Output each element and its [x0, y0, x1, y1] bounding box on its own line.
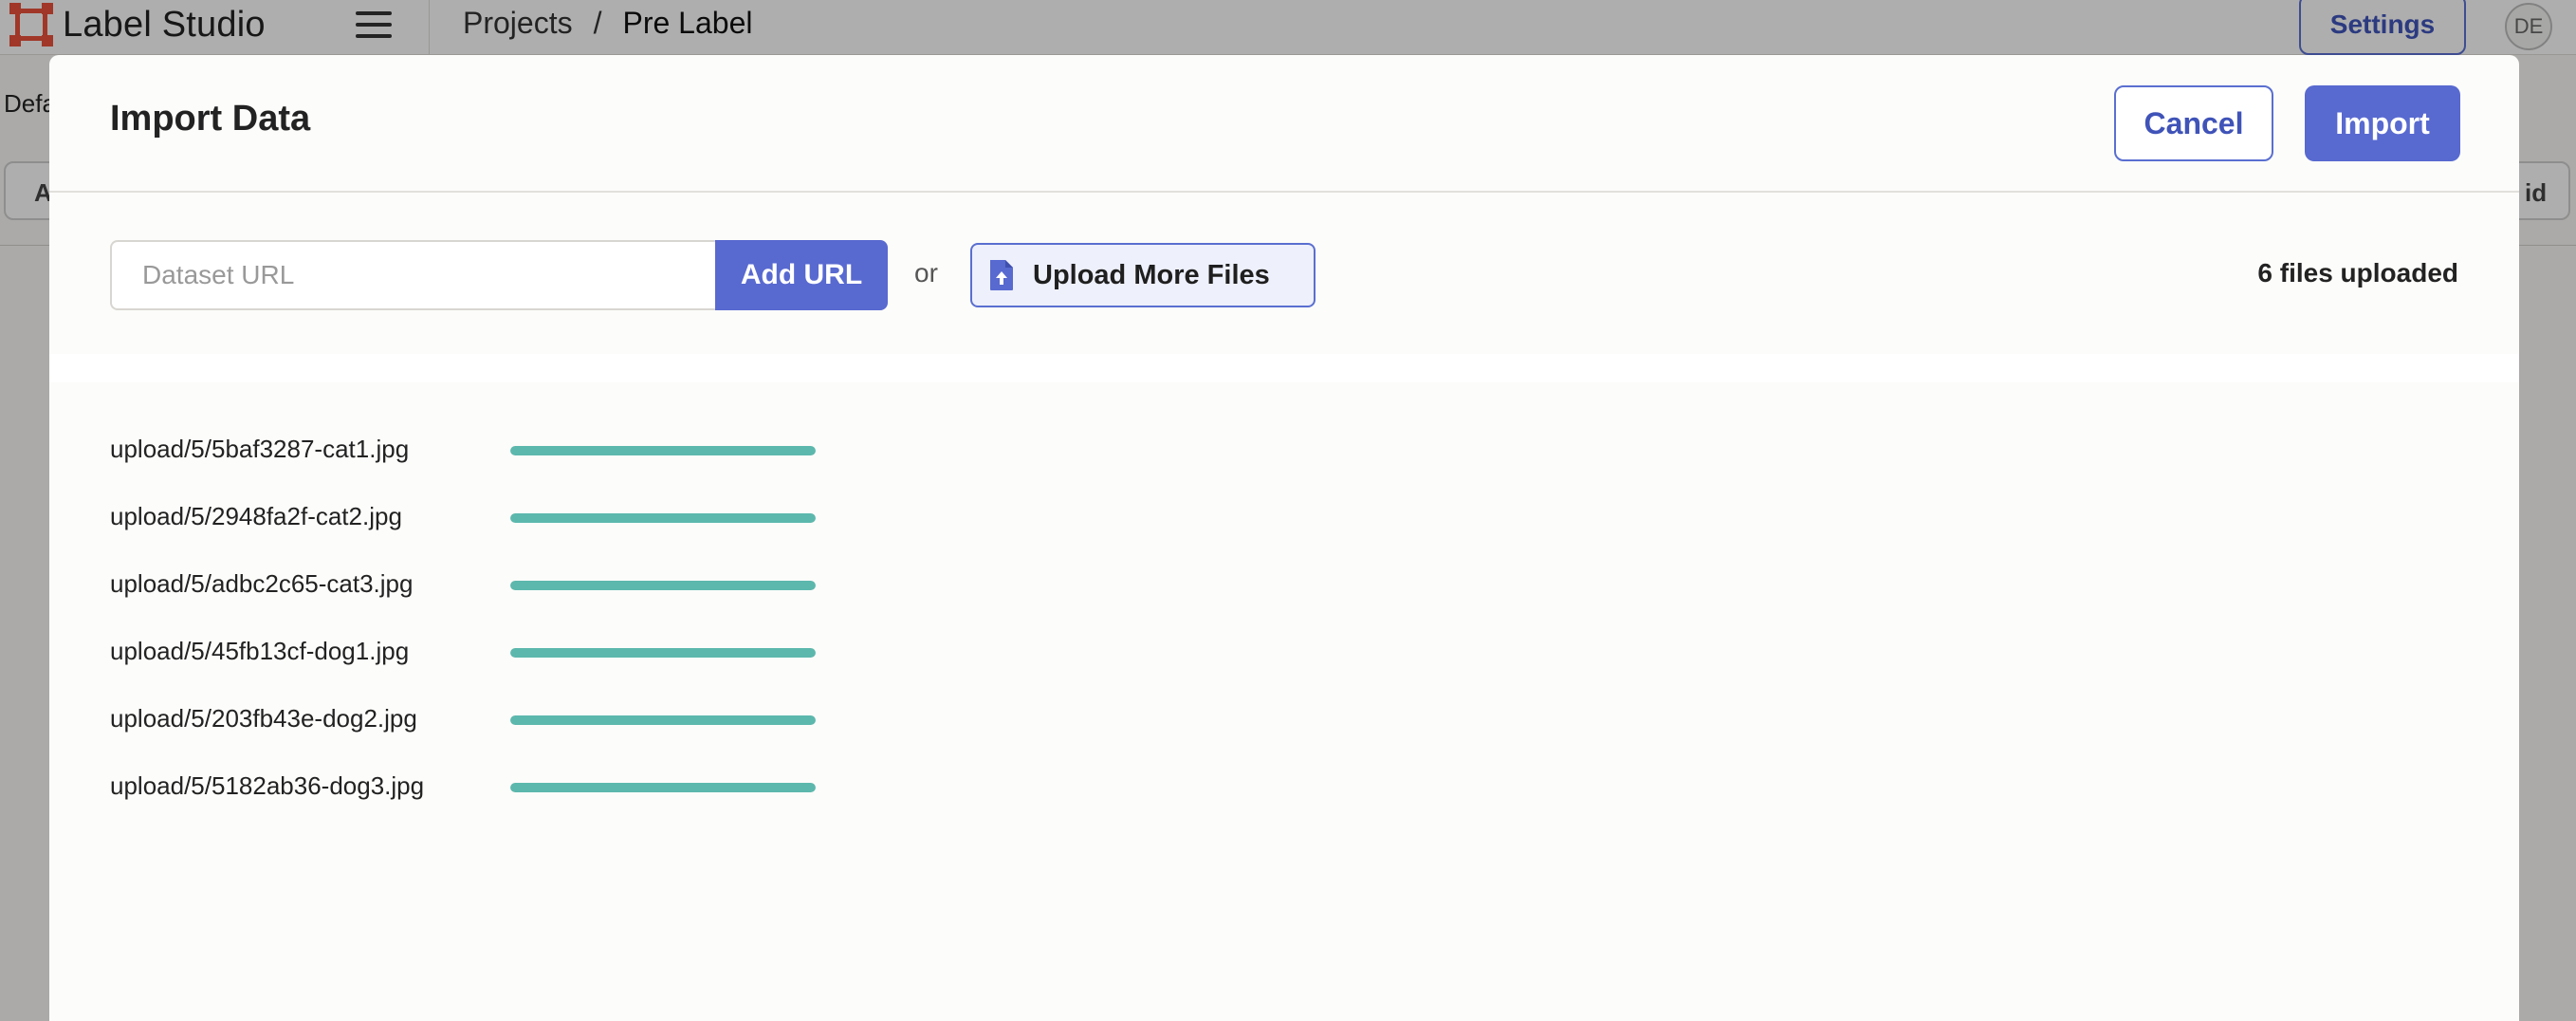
modal-header: Import Data Cancel Import: [49, 55, 2519, 193]
upload-more-files-label: Upload More Files: [1033, 259, 1270, 290]
import-data-modal: Import Data Cancel Import Add URL or Upl…: [49, 55, 2519, 1021]
list-item: upload/5/203fb43e-dog2.jpg: [110, 704, 1058, 742]
upload-progress-bar: [510, 648, 816, 658]
file-name: upload/5/5baf3287-cat1.jpg: [110, 435, 410, 463]
upload-progress-bar: [510, 783, 816, 792]
upload-more-files-button[interactable]: Upload More Files: [970, 243, 1316, 307]
upload-progress-bar: [510, 446, 816, 455]
list-item: upload/5/5182ab36-dog3.jpg: [110, 771, 1058, 809]
import-button[interactable]: Import: [2305, 85, 2460, 161]
file-upload-icon: [990, 260, 1013, 290]
dataset-url-input[interactable]: [110, 240, 717, 310]
file-name: upload/5/203fb43e-dog2.jpg: [110, 704, 417, 733]
add-url-button[interactable]: Add URL: [715, 240, 888, 310]
modal-title: Import Data: [110, 99, 311, 139]
file-name: upload/5/45fb13cf-dog1.jpg: [110, 637, 410, 665]
file-name: upload/5/5182ab36-dog3.jpg: [110, 771, 425, 800]
file-name: upload/5/adbc2c65-cat3.jpg: [110, 569, 414, 598]
list-item: upload/5/2948fa2f-cat2.jpg: [110, 502, 1058, 540]
section-divider: [49, 354, 2519, 382]
upload-progress-bar: [510, 513, 816, 523]
files-uploaded-count: 6 files uploaded: [2257, 258, 2458, 288]
list-item: upload/5/45fb13cf-dog1.jpg: [110, 637, 1058, 675]
file-name: upload/5/2948fa2f-cat2.jpg: [110, 502, 402, 530]
upload-progress-bar: [510, 715, 816, 725]
upload-progress-bar: [510, 581, 816, 590]
or-label: or: [914, 258, 938, 288]
cancel-button[interactable]: Cancel: [2114, 85, 2273, 161]
list-item: upload/5/5baf3287-cat1.jpg: [110, 435, 1058, 473]
list-item: upload/5/adbc2c65-cat3.jpg: [110, 569, 1058, 607]
